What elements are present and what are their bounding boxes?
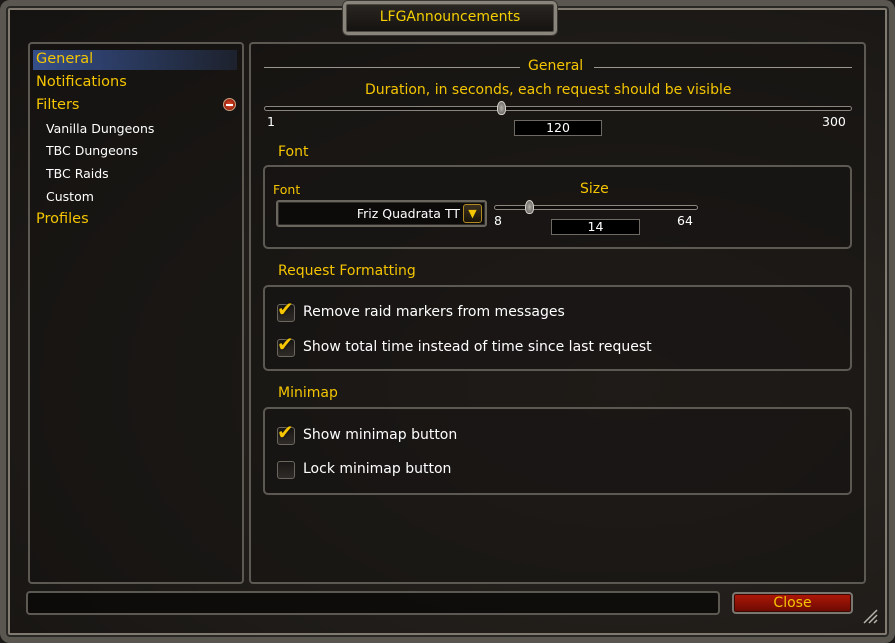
- duration-value-input[interactable]: 120: [514, 120, 602, 136]
- sidebar-item-filters[interactable]: Filters: [36, 97, 79, 113]
- sidebar-item-tbc-dungeons[interactable]: TBC Dungeons: [46, 143, 138, 158]
- font-dropdown-value: Friz Quadrata TT: [356, 206, 460, 221]
- size-value-input[interactable]: 14: [551, 219, 640, 235]
- formatting-group: [263, 285, 852, 371]
- checkmark-icon: ✔: [277, 332, 294, 356]
- minimap-group: [263, 407, 852, 495]
- duration-slider[interactable]: [264, 106, 852, 111]
- resize-grip-icon[interactable]: [862, 608, 878, 624]
- lock-minimap-button-label[interactable]: Lock minimap button: [303, 461, 451, 477]
- sidebar-item-general[interactable]: General: [36, 51, 93, 67]
- sidebar-item-notifications[interactable]: Notifications: [36, 74, 127, 90]
- sidebar-item-profiles[interactable]: Profiles: [36, 211, 89, 227]
- sidebar-item-custom[interactable]: Custom: [46, 189, 94, 204]
- formatting-header: Request Formatting: [278, 263, 416, 279]
- duration-min-label: 1: [267, 114, 275, 129]
- sidebar-item-tbc-raids[interactable]: TBC Raids: [46, 166, 109, 181]
- font-label: Font: [273, 182, 301, 197]
- show-total-time-label[interactable]: Show total time instead of time since la…: [303, 339, 652, 355]
- collapse-icon[interactable]: [223, 98, 236, 111]
- size-label: Size: [580, 181, 609, 197]
- lock-minimap-button-checkbox[interactable]: [277, 461, 295, 479]
- size-max-label: 64: [677, 213, 693, 228]
- font-dropdown[interactable]: Friz Quadrata TT ▼: [276, 200, 487, 227]
- general-header: General: [528, 58, 584, 74]
- show-minimap-button-label[interactable]: Show minimap button: [303, 427, 457, 443]
- show-total-time-checkbox[interactable]: ✔: [277, 334, 295, 357]
- header-rule-left: [264, 67, 520, 68]
- size-slider-thumb[interactable]: [525, 200, 534, 214]
- show-minimap-button-checkbox[interactable]: ✔: [277, 422, 295, 445]
- checkmark-icon: ✔: [277, 420, 294, 444]
- duration-label: Duration, in seconds, each request shoul…: [365, 82, 732, 98]
- sidebar-item-vanilla-dungeons[interactable]: Vanilla Dungeons: [46, 121, 154, 136]
- remove-raid-markers-label[interactable]: Remove raid markers from messages: [303, 304, 565, 320]
- status-bar: [26, 591, 720, 615]
- close-button[interactable]: Close: [732, 592, 853, 614]
- minimap-header: Minimap: [278, 385, 338, 401]
- chevron-down-icon[interactable]: ▼: [463, 204, 482, 223]
- duration-slider-thumb[interactable]: [497, 101, 506, 115]
- header-rule-right: [594, 67, 852, 68]
- duration-max-label: 300: [822, 114, 846, 129]
- size-min-label: 8: [494, 213, 502, 228]
- remove-raid-markers-checkbox[interactable]: ✔: [277, 299, 295, 322]
- window-title[interactable]: LFGAnnouncements: [343, 1, 557, 35]
- checkmark-icon: ✔: [277, 297, 294, 321]
- font-header: Font: [278, 144, 309, 160]
